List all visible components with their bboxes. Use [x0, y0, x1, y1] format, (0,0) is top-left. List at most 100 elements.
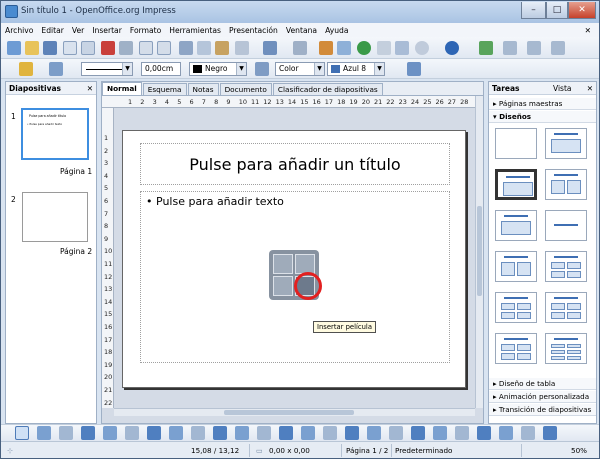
show-draw-functions-icon[interactable]: [377, 41, 391, 55]
tab-clasificador[interactable]: Clasificador de diapositivas: [272, 83, 383, 95]
layout-thumbnail[interactable]: [545, 128, 587, 159]
select-arrow-icon[interactable]: [15, 426, 29, 440]
line-width-field[interactable]: 0,00cm: [141, 62, 181, 76]
shadow-tool-icon[interactable]: [543, 426, 557, 440]
line-icon[interactable]: [19, 62, 33, 76]
close-panel-icon[interactable]: ✕: [87, 82, 93, 95]
hyperlink-icon[interactable]: [357, 41, 371, 55]
callouts-icon[interactable]: [279, 426, 293, 440]
fontwork-icon[interactable]: [367, 426, 381, 440]
view-menu[interactable]: Vista: [553, 82, 572, 95]
extrusion-icon[interactable]: [499, 426, 513, 440]
slide-layout-icon[interactable]: [527, 41, 541, 55]
help-icon[interactable]: [445, 41, 459, 55]
clone-format-icon[interactable]: [235, 41, 249, 55]
insert-chart-icon[interactable]: [295, 254, 315, 274]
block-arrows-icon[interactable]: [235, 426, 249, 440]
cut-icon[interactable]: [179, 41, 193, 55]
presentation-icon[interactable]: [551, 41, 565, 55]
menu-herramientas[interactable]: Herramientas: [169, 26, 221, 35]
alignment-icon[interactable]: [455, 426, 469, 440]
save-icon[interactable]: [43, 41, 57, 55]
spellcheck-icon[interactable]: [139, 41, 153, 55]
fill-color-dropdown[interactable]: Azul 8 ▼: [327, 62, 385, 76]
glue-points-icon[interactable]: [345, 426, 359, 440]
basic-shapes-icon[interactable]: [191, 426, 205, 440]
email-icon[interactable]: [63, 41, 77, 55]
menu-ver[interactable]: Ver: [72, 26, 84, 35]
chart-icon[interactable]: [319, 41, 333, 55]
title-placeholder[interactable]: Pulse para añadir un título: [140, 143, 450, 185]
insert-image-icon[interactable]: [273, 276, 293, 296]
close-panel-icon[interactable]: ✕: [587, 82, 593, 95]
slide-thumbnail-1[interactable]: Pulse para añadir título • Pulse para añ…: [21, 108, 89, 160]
line-style-dropdown[interactable]: ▼: [81, 62, 133, 76]
layout-thumbnail[interactable]: [545, 292, 587, 323]
vertical-scroll-thumb[interactable]: [477, 206, 482, 296]
horizontal-ruler[interactable]: 1 2 3 4 5 6 7 8 9 10 11 12 13 14 15 16 17 18 19 20 21 22 23 24 2…: [102, 96, 475, 108]
table-icon[interactable]: [337, 41, 351, 55]
connector-icon[interactable]: [169, 426, 183, 440]
new-document-icon[interactable]: [7, 41, 21, 55]
section-custom-animation[interactable]: ▸ Animación personalizada: [489, 391, 596, 403]
tab-documento[interactable]: Documento: [219, 83, 272, 95]
open-icon[interactable]: [25, 41, 39, 55]
gallery-icon[interactable]: [411, 426, 425, 440]
tab-esquema[interactable]: Esquema: [142, 83, 187, 95]
line-color-dropdown[interactable]: Negro ▼: [189, 62, 247, 76]
menu-archivo[interactable]: Archivo: [5, 26, 33, 35]
autospellcheck-icon[interactable]: [157, 41, 171, 55]
toggle-3d-icon[interactable]: [521, 426, 535, 440]
menu-insertar[interactable]: Insertar: [92, 26, 122, 35]
line-tool-icon[interactable]: [37, 426, 51, 440]
rotate-icon[interactable]: [433, 426, 447, 440]
slide-canvas[interactable]: Pulse para añadir un título • Pulse para…: [122, 130, 466, 388]
undo-icon[interactable]: [263, 41, 277, 55]
redo-icon[interactable]: [293, 41, 307, 55]
points-icon[interactable]: [323, 426, 337, 440]
layout-thumbnail[interactable]: [545, 169, 587, 200]
horizontal-scrollbar[interactable]: [114, 408, 475, 416]
vertical-scrollbar[interactable]: [475, 96, 483, 408]
zoom-icon[interactable]: [415, 41, 429, 55]
layout-thumbnail[interactable]: [495, 128, 537, 159]
arrange-icon[interactable]: [477, 426, 491, 440]
minimize-button[interactable]: –: [521, 2, 546, 19]
menu-ayuda[interactable]: Ayuda: [325, 26, 348, 35]
layout-thumbnail[interactable]: [545, 251, 587, 282]
tab-normal[interactable]: Normal: [102, 82, 142, 95]
section-table-design[interactable]: ▸ Diseño de tabla: [489, 378, 596, 390]
vertical-ruler[interactable]: 1 2 3 4 5 6 7 8 9 10 11 12 13 14 15 16 17 18 19 20 21 22: [102, 108, 114, 408]
text-tool-icon[interactable]: [125, 426, 139, 440]
layout-thumbnail[interactable]: [495, 210, 537, 241]
zoom-level[interactable]: 50%: [571, 446, 587, 455]
shadow-icon[interactable]: [407, 62, 421, 76]
layout-thumbnail[interactable]: [545, 333, 587, 364]
insert-table-icon[interactable]: [273, 254, 293, 274]
menu-presentacion[interactable]: Presentación: [229, 26, 278, 35]
menu-ventana[interactable]: Ventana: [286, 26, 317, 35]
fill-type-dropdown[interactable]: Color ▼: [275, 62, 325, 76]
export-pdf-icon[interactable]: [101, 41, 115, 55]
new-slide-icon[interactable]: [503, 41, 517, 55]
horizontal-scroll-thumb[interactable]: [224, 410, 354, 415]
layout-thumbnail[interactable]: [495, 333, 537, 364]
layout-thumbnail[interactable]: [545, 210, 587, 241]
section-layouts[interactable]: ▾ Diseños: [489, 111, 596, 123]
from-file-icon[interactable]: [389, 426, 403, 440]
paste-icon[interactable]: [215, 41, 229, 55]
close-document-icon[interactable]: ✕: [585, 26, 591, 35]
section-master-pages[interactable]: ▸ Páginas maestras: [489, 98, 596, 110]
ellipse-icon[interactable]: [103, 426, 117, 440]
section-slide-transition[interactable]: ▸ Transición de diapositivas: [489, 404, 596, 416]
copy-icon[interactable]: [197, 41, 211, 55]
layout-thumbnail[interactable]: [495, 169, 537, 200]
rectangle-icon[interactable]: [81, 426, 95, 440]
close-window-button[interactable]: ✕: [568, 2, 596, 19]
layout-thumbnail[interactable]: [495, 251, 537, 282]
print-icon[interactable]: [119, 41, 133, 55]
menu-formato[interactable]: Formato: [130, 26, 161, 35]
flowchart-icon[interactable]: [257, 426, 271, 440]
navigator-icon[interactable]: [395, 41, 409, 55]
maximize-button[interactable]: □: [546, 2, 568, 19]
